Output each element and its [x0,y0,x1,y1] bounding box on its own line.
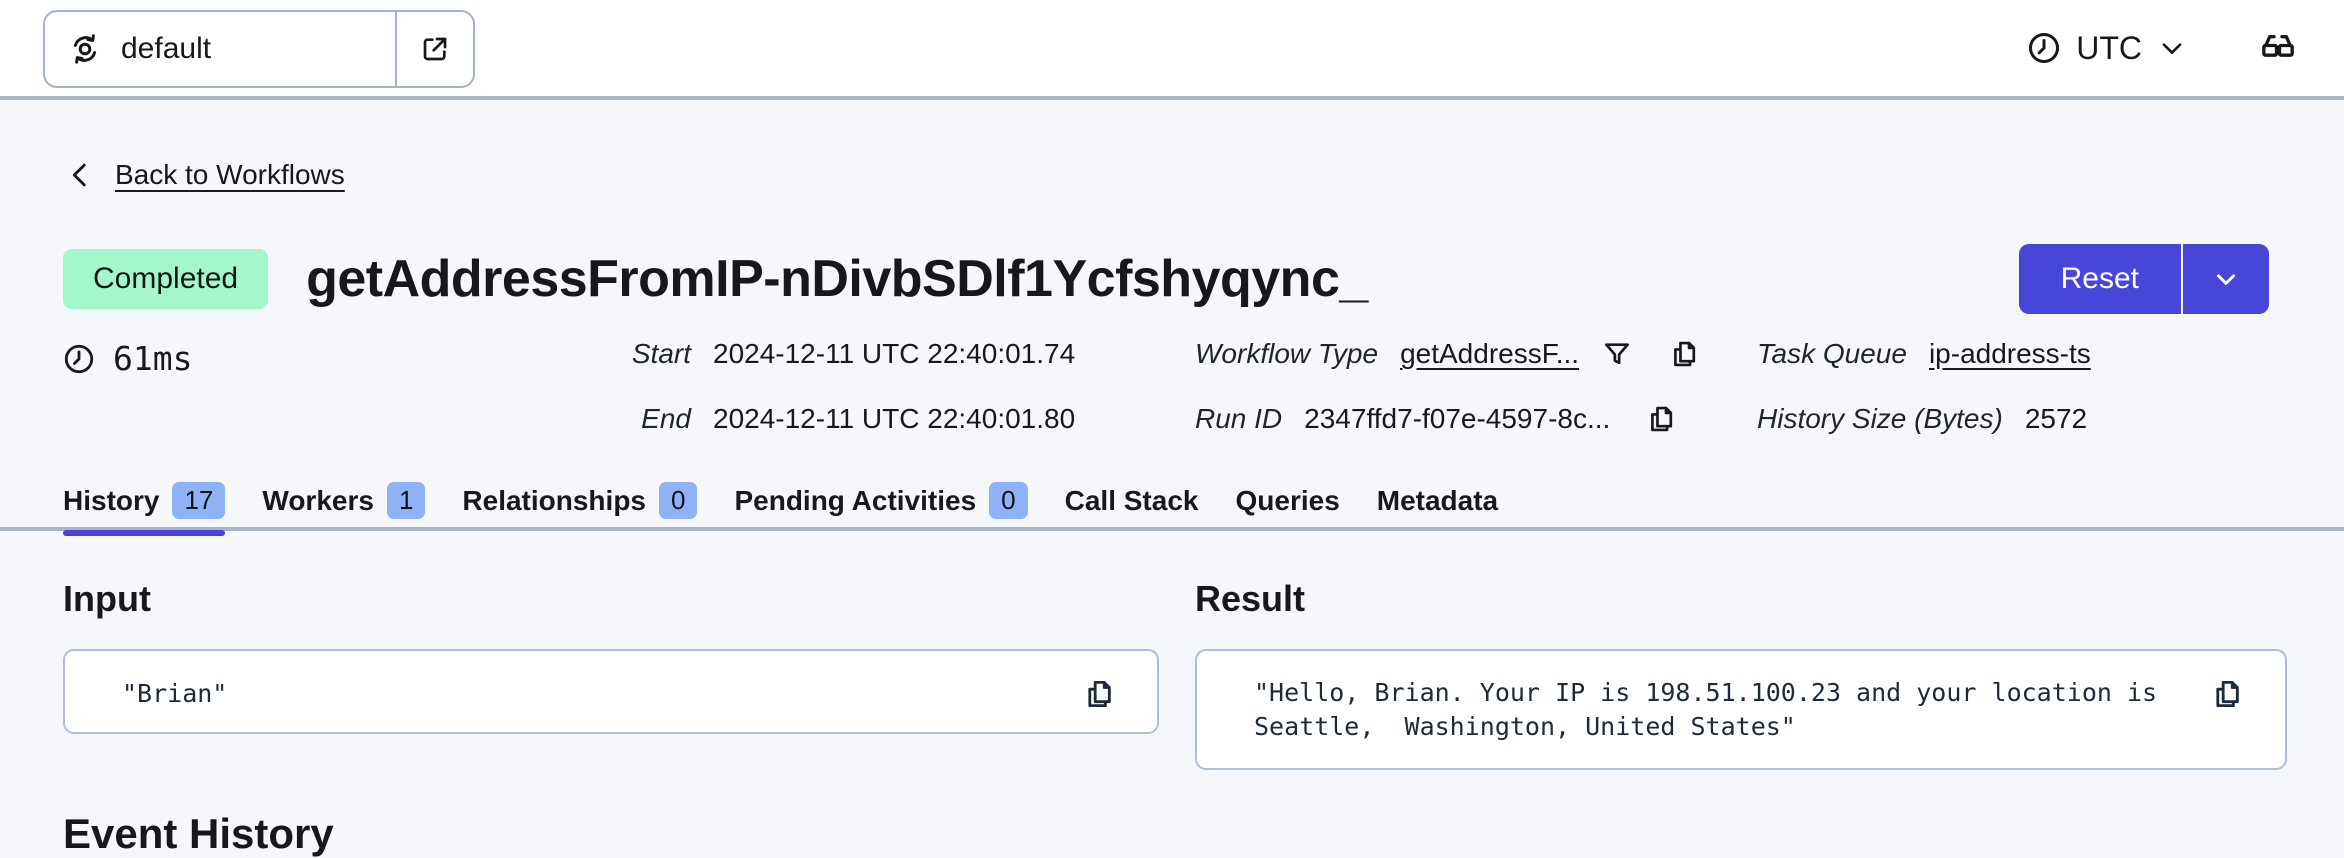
tab-label: Metadata [1376,484,1499,516]
task-queue-link[interactable]: ip-address-ts [1929,338,2091,370]
result-section-title: Result [1195,578,1306,619]
meta-row-task-queue: Task Queue ip-address-ts [1757,334,2091,374]
tab-count-badge: 0 [989,482,1028,520]
duration-value: 61ms [113,339,193,378]
namespace-selector-main[interactable]: default [45,12,395,86]
copy-icon [2211,677,2245,711]
meta-times: Start 2024-12-11 UTC 22:40:01.74 End 202… [560,334,1075,439]
workflow-duration: 61ms [62,339,192,378]
start-label: Start [631,338,691,369]
workflow-type-label: Workflow Type [1195,338,1379,369]
tab-label: Relationships [462,484,646,516]
meta-row-workflow-type: Workflow Type getAddressF... [1195,334,1701,374]
result-value-box: "Hello, Brian. Your IP is 198.51.100.23 … [1195,649,2287,770]
copy-icon [1669,338,1701,370]
timezone-label: UTC [2076,29,2142,66]
tab-count-badge: 1 [386,482,426,520]
meta-queue-size: Task Queue ip-address-ts History Size (B… [1757,334,2091,439]
input-value-box: "Brian" [63,649,1159,734]
input-section-title: Input [63,578,151,619]
namespace-name: default [121,32,212,65]
tab-workers[interactable]: Workers 1 [262,482,426,536]
copy-icon [1083,677,1117,711]
chevron-left-icon [63,158,97,192]
tab-label: Pending Activities [734,484,977,516]
result-value-text: "Hello, Brian. Your IP is 198.51.100.23 … [1254,678,2173,741]
meta-row-run-id: Run ID 2347ffd7-f07e-4597-8c... [1195,399,1701,439]
task-queue-label: Task Queue [1757,338,1907,369]
meta-row-end: End 2024-12-11 UTC 22:40:01.80 [560,399,1075,439]
external-link-icon [419,33,451,65]
meta-row-start: Start 2024-12-11 UTC 22:40:01.74 [560,334,1075,374]
workflow-type-copy-button[interactable] [1669,338,1701,370]
event-history-title: Event History [63,810,334,857]
workflow-id-title: getAddressFromIP-nDivbSDlf1Ycfshyqync_ [306,250,1368,308]
copy-icon [1646,403,1678,435]
clock-icon [2026,30,2062,66]
input-value-text: "Brian" [122,679,228,708]
namespace-open-button[interactable] [397,12,473,86]
tab-label: Call Stack [1064,484,1199,516]
filter-icon [1601,338,1633,370]
glasses-icon [2258,28,2298,68]
topbar-right: UTC [2026,0,2298,96]
workflow-type-filter-button[interactable] [1601,338,1633,370]
tab-label: Queries [1235,484,1340,516]
tab-call-stack[interactable]: Call Stack [1065,482,1199,536]
labs-mode-button[interactable] [2258,28,2298,68]
workflow-title-row: Completed getAddressFromIP-nDivbSDlf1Ycf… [63,242,2269,316]
reset-menu-button[interactable] [2183,244,2269,314]
chevron-down-icon [2211,264,2241,294]
end-label: End [641,403,691,434]
namespace-selector[interactable]: default [43,10,475,88]
top-bar: default UTC [0,0,2344,100]
tab-count-badge: 0 [659,482,698,520]
chevron-down-icon [2156,32,2188,64]
workflow-tabs: History 17 Workers 1 Relationships 0 Pen… [63,482,1498,537]
meta-row-history-size: History Size (Bytes) 2572 [1757,399,2091,439]
start-value: 2024-12-11 UTC 22:40:01.74 [713,338,1076,369]
reset-split-button: Reset [2018,244,2269,314]
run-id-copy-button[interactable] [1646,403,1678,435]
back-row: Back to Workflows [63,158,345,192]
reset-button[interactable]: Reset [2018,244,2181,314]
history-size-value: 2572 [2024,403,2088,434]
tab-count-badge: 17 [172,482,226,520]
result-copy-button[interactable] [2211,677,2245,711]
tab-queries[interactable]: Queries [1235,482,1339,536]
back-to-workflows-link[interactable]: Back to Workflows [115,159,345,191]
tab-pending-activities[interactable]: Pending Activities 0 [734,482,1028,536]
input-copy-button[interactable] [1083,677,1117,711]
tab-metadata[interactable]: Metadata [1377,482,1498,536]
tab-history[interactable]: History 17 [63,482,226,537]
workflow-type-link[interactable]: getAddressF... [1400,338,1579,370]
run-id-value: 2347ffd7-f07e-4597-8c... [1304,403,1611,434]
status-badge: Completed [63,249,269,309]
run-id-label: Run ID [1195,403,1283,434]
meta-type-run: Workflow Type getAddressF... Run ID 2347… [1195,334,1701,439]
tab-relationships[interactable]: Relationships 0 [462,482,698,536]
end-value: 2024-12-11 UTC 22:40:01.80 [713,403,1076,434]
clock-icon [62,342,96,376]
tab-label: History [63,484,160,516]
tab-label: Workers [262,484,374,516]
timezone-picker[interactable]: UTC [2026,30,2188,67]
history-size-label: History Size (Bytes) [1757,403,2003,434]
namespace-icon [67,31,103,67]
